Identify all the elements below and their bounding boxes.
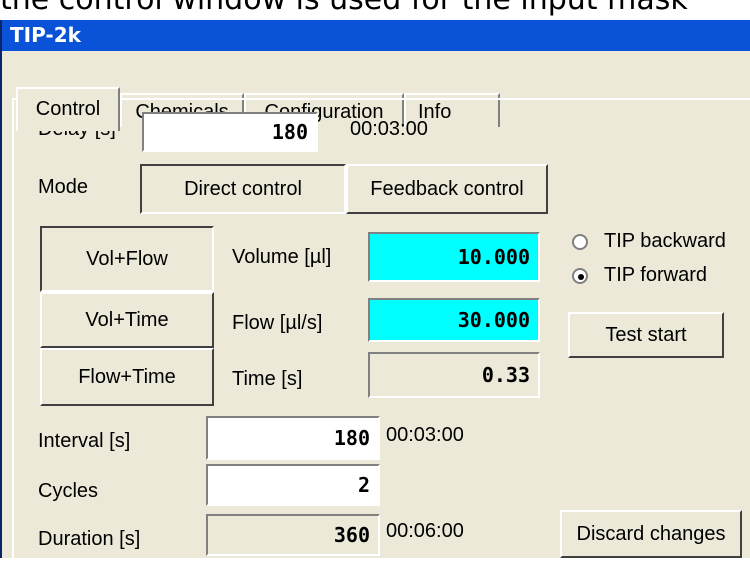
tip-backward-radio[interactable] bbox=[572, 234, 588, 250]
discard-changes-button[interactable]: Discard changes bbox=[560, 510, 742, 558]
duration-label: Duration [s] bbox=[38, 528, 141, 550]
mode-label: Mode bbox=[38, 176, 89, 198]
window-title: TIP-2k bbox=[2, 20, 750, 51]
tip-forward-radio[interactable] bbox=[572, 268, 588, 284]
delay-input[interactable]: 180 bbox=[142, 112, 318, 152]
test-start-button[interactable]: Test start bbox=[568, 312, 724, 358]
flow-input[interactable]: 30.000 bbox=[368, 298, 540, 342]
flow-label: Flow [µl/s] bbox=[232, 312, 323, 334]
feedback-control-button[interactable]: Feedback control bbox=[346, 164, 548, 214]
radio-selected-dot bbox=[578, 274, 584, 280]
tab-control[interactable]: Control bbox=[16, 87, 120, 131]
time-readout: 0.33 bbox=[368, 352, 540, 398]
cycles-label: Cycles bbox=[38, 480, 99, 502]
direct-control-button[interactable]: Direct control bbox=[140, 164, 346, 214]
cycles-input[interactable]: 2 bbox=[206, 464, 380, 506]
volume-input[interactable]: 10.000 bbox=[368, 232, 540, 282]
duration-readout: 360 bbox=[206, 514, 380, 556]
flow-time-button[interactable]: Flow+Time bbox=[40, 348, 214, 406]
interval-time-readout: 00:03:00 bbox=[386, 424, 464, 446]
interval-label: Interval [s] bbox=[38, 430, 131, 452]
duration-time-readout: 00:06:00 bbox=[386, 520, 464, 542]
interval-input[interactable]: 180 bbox=[206, 416, 380, 460]
time-label: Time [s] bbox=[232, 368, 303, 390]
page-caption: the control window is used for the input… bbox=[0, 0, 750, 20]
vol-time-button[interactable]: Vol+Time bbox=[40, 292, 214, 348]
app-window: TIP-2k Control Chemicals Configuration I… bbox=[0, 20, 750, 578]
tip-backward-label[interactable]: TIP backward bbox=[604, 230, 726, 253]
volume-label: Volume [µl] bbox=[232, 246, 332, 268]
tip-forward-label[interactable]: TIP forward bbox=[604, 264, 707, 287]
vol-flow-button[interactable]: Vol+Flow bbox=[40, 226, 214, 292]
delay-time-readout: 00:03:00 bbox=[350, 118, 428, 140]
